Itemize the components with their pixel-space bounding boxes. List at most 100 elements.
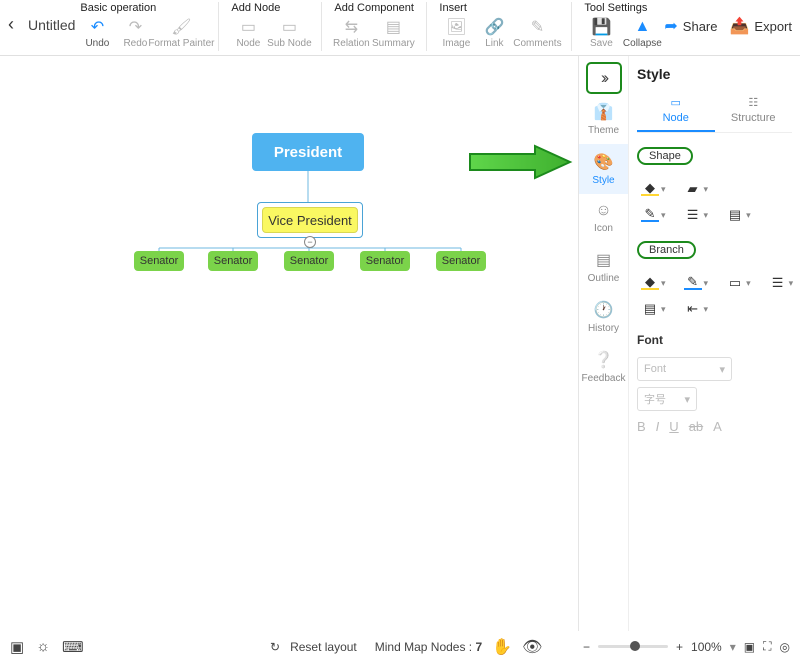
pan-icon[interactable]: ✋ bbox=[492, 637, 512, 657]
rail-outline[interactable]: ▤Outline bbox=[579, 242, 628, 292]
comments-button[interactable]: ✎Comments bbox=[513, 16, 561, 51]
branch-fill-icon: ◆ bbox=[641, 276, 659, 290]
sub-node-button[interactable]: ▭Sub Node bbox=[267, 16, 311, 51]
shape-section-label: Shape bbox=[637, 147, 693, 165]
border-color-icon: ✎ bbox=[641, 208, 659, 222]
undo-button[interactable]: ↶Undo bbox=[78, 16, 116, 51]
right-sidebar: ›› 👔Theme 🎨Style ☺Icon ▤Outline 🕐History… bbox=[578, 56, 800, 631]
rail-history[interactable]: 🕐History bbox=[579, 292, 628, 342]
center-icon[interactable]: ◎ bbox=[780, 640, 790, 654]
rail-theme[interactable]: 👔Theme bbox=[579, 94, 628, 144]
keyboard-icon[interactable]: ⌨ bbox=[62, 638, 84, 656]
structure-tab-icon: ☷ bbox=[748, 96, 758, 109]
format-painter-button[interactable]: 🖌Format Painter bbox=[154, 16, 208, 51]
border-color-picker[interactable]: ✎▾ bbox=[637, 205, 670, 225]
zoom-out-button[interactable]: − bbox=[583, 640, 590, 654]
branch-fill-picker[interactable]: ◆▾ bbox=[637, 273, 670, 293]
rail-style[interactable]: 🎨Style bbox=[579, 144, 628, 194]
fill-color-picker[interactable]: ◆▾ bbox=[637, 179, 670, 199]
group-label: Insert bbox=[437, 2, 561, 14]
border-width-picker[interactable]: ▤▾ bbox=[722, 205, 755, 225]
node-tab-icon: ▭ bbox=[671, 96, 681, 109]
reset-layout-icon[interactable]: ↻ bbox=[270, 640, 280, 654]
node-collapse-toggle[interactable]: − bbox=[304, 236, 316, 248]
node-senator[interactable]: Senator bbox=[360, 251, 410, 271]
group-label: Add Node bbox=[229, 2, 311, 14]
group-label: Add Component bbox=[332, 2, 416, 14]
branch-list-picker[interactable]: ☰▾ bbox=[765, 273, 798, 293]
undo-icon: ↶ bbox=[88, 18, 106, 36]
summary-icon: ▤ bbox=[384, 18, 402, 36]
document-title[interactable]: Untitled bbox=[28, 17, 75, 33]
rail-feedback[interactable]: ❔Feedback bbox=[579, 342, 628, 392]
panel-toggle[interactable]: ›› bbox=[586, 62, 622, 94]
font-section-title: Font bbox=[637, 333, 792, 347]
brightness-icon[interactable]: ☼ bbox=[36, 638, 50, 656]
node-senator[interactable]: Senator bbox=[284, 251, 334, 271]
font-size-select[interactable]: 字号▾ bbox=[637, 387, 697, 411]
nodes-label: Mind Map Nodes : bbox=[375, 640, 472, 654]
branch-rect-picker[interactable]: ▭▾ bbox=[722, 273, 755, 293]
image-button[interactable]: 🖼Image bbox=[437, 16, 475, 51]
fullscreen-icon[interactable]: ⛶ bbox=[763, 639, 771, 654]
link-button[interactable]: 🔗Link bbox=[475, 16, 513, 51]
shape-picker[interactable]: ▰▾ bbox=[680, 179, 713, 199]
branch-line-picker[interactable]: ✎▾ bbox=[680, 273, 713, 293]
node-senator[interactable]: Senator bbox=[436, 251, 486, 271]
save-button[interactable]: 💾Save bbox=[582, 16, 620, 51]
status-bar: ▣ ☼ ⌨ ↻ Reset layout Mind Map Nodes : 7 … bbox=[0, 631, 800, 661]
theme-icon: 👔 bbox=[594, 102, 614, 122]
collapse-button[interactable]: ▲Collapse bbox=[620, 16, 664, 51]
branch-list-icon: ☰ bbox=[769, 276, 787, 290]
tab-structure[interactable]: ☷Structure bbox=[715, 92, 793, 132]
canvas[interactable]: President Vice President − Senator Senat… bbox=[0, 56, 578, 631]
branch-line-icon: ✎ bbox=[684, 276, 702, 290]
node-vice-president[interactable]: Vice President bbox=[262, 207, 358, 233]
underline-button[interactable]: U bbox=[669, 419, 678, 434]
export-icon: 📤 bbox=[730, 16, 750, 36]
zoom-slider[interactable] bbox=[598, 645, 668, 648]
branch-rect-icon: ▭ bbox=[726, 276, 744, 290]
visibility-icon[interactable]: 👁 bbox=[522, 637, 542, 657]
link-icon: 🔗 bbox=[485, 18, 503, 36]
node-senator[interactable]: Senator bbox=[208, 251, 258, 271]
border-style-picker[interactable]: ☰▾ bbox=[680, 205, 713, 225]
branch-style2-picker[interactable]: ▤▾ bbox=[637, 299, 670, 319]
sub-node-icon: ▭ bbox=[280, 18, 298, 36]
group-insert: Insert 🖼Image 🔗Link ✎Comments bbox=[437, 2, 561, 51]
back-icon[interactable]: ‹ bbox=[8, 14, 14, 35]
group-label: Basic operation bbox=[78, 2, 208, 14]
tab-node[interactable]: ▭Node bbox=[637, 92, 715, 132]
node-button[interactable]: ▭Node bbox=[229, 16, 267, 51]
outline-icon: ▤ bbox=[596, 250, 611, 270]
font-family-select[interactable]: Font▾ bbox=[637, 357, 732, 381]
fit-icon[interactable]: ▣ bbox=[744, 640, 755, 654]
share-button[interactable]: ➦Share bbox=[664, 16, 717, 36]
rail-icon[interactable]: ☺Icon bbox=[579, 194, 628, 242]
share-icon: ➦ bbox=[664, 16, 677, 36]
presentation-icon[interactable]: ▣ bbox=[10, 638, 24, 656]
node-icon: ▭ bbox=[239, 18, 257, 36]
node-president[interactable]: President bbox=[252, 133, 364, 171]
fill-icon: ◆ bbox=[641, 182, 659, 196]
group-basic-operation: Basic operation ↶Undo ↷Redo 🖌Format Pain… bbox=[78, 2, 208, 51]
font-color-button[interactable]: A bbox=[713, 419, 722, 434]
zoom-in-button[interactable]: + bbox=[676, 640, 683, 654]
icon-icon: ☺ bbox=[595, 202, 611, 220]
style-panel: Style ▭Node ☷Structure Shape ◆▾ ▰▾ ✎▾ ☰▾… bbox=[629, 56, 800, 631]
branch-arrow-picker[interactable]: ⇤▾ bbox=[680, 299, 713, 319]
node-senator[interactable]: Senator bbox=[134, 251, 184, 271]
relation-icon: ⇆ bbox=[342, 18, 360, 36]
format-painter-icon: 🖌 bbox=[172, 18, 190, 36]
border-style-icon: ☰ bbox=[684, 208, 702, 222]
export-button[interactable]: 📤Export bbox=[730, 16, 793, 36]
relation-button[interactable]: ⇆Relation bbox=[332, 16, 370, 51]
bold-button[interactable]: B bbox=[637, 419, 646, 434]
reset-layout-button[interactable]: Reset layout bbox=[290, 640, 357, 654]
summary-button[interactable]: ▤Summary bbox=[370, 16, 416, 51]
zoom-value: 100% bbox=[691, 640, 722, 654]
group-label: Tool Settings bbox=[582, 2, 664, 14]
group-tool-settings: Tool Settings 💾Save ▲Collapse bbox=[582, 2, 664, 51]
italic-button[interactable]: I bbox=[656, 419, 660, 434]
strike-button[interactable]: ab bbox=[689, 419, 703, 434]
